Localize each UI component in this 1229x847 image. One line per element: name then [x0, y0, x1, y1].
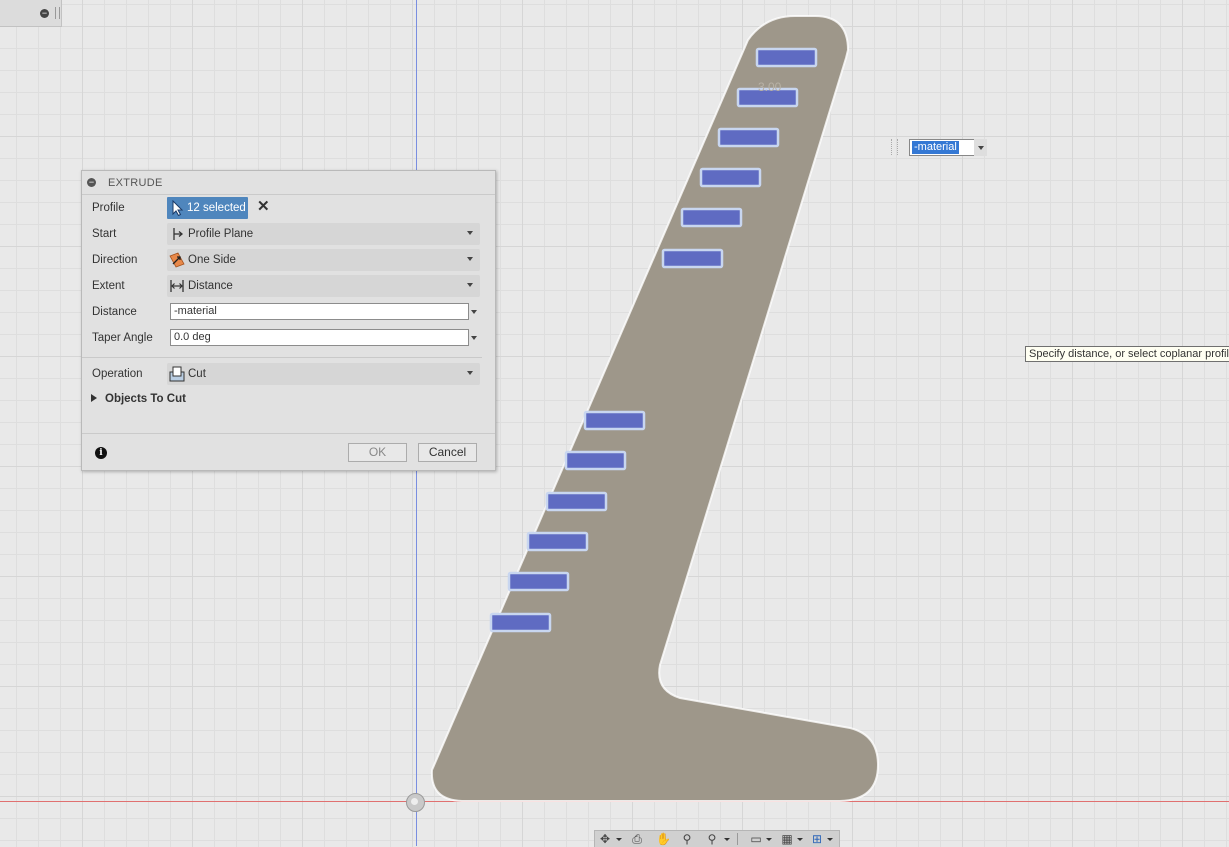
direction-dropdown[interactable]: One Side: [167, 249, 480, 271]
chevron-down-icon[interactable]: [471, 310, 477, 314]
direction-label: Direction: [92, 254, 138, 266]
operation-dropdown[interactable]: Cut: [167, 363, 480, 385]
objects-to-cut-expander[interactable]: Objects To Cut: [91, 393, 186, 405]
taper-label: Taper Angle: [92, 332, 153, 344]
drag-handle[interactable]: [55, 7, 60, 19]
navigation-bar: ✥ ⎙ ✋ ⚲ ⚲ ▭ ▦ ⊞: [594, 830, 840, 847]
viewports-icon[interactable]: ⊞: [810, 833, 824, 846]
operation-value: Cut: [188, 368, 206, 380]
start-label: Start: [92, 228, 117, 240]
start-value: Profile Plane: [188, 228, 254, 240]
selected-slot-profile[interactable]: [755, 47, 818, 68]
browser-panel-collapsed[interactable]: −: [0, 0, 62, 27]
profile-selection-count: 12 selected: [187, 202, 246, 214]
selected-slot-profile[interactable]: [699, 167, 762, 188]
profile-selection-button[interactable]: 12 selected: [167, 197, 248, 219]
chevron-down-icon[interactable]: [471, 336, 477, 340]
profile-plane-icon: [173, 228, 184, 240]
inline-input-box[interactable]: -material: [909, 139, 975, 156]
clear-selection-icon[interactable]: ✕: [257, 199, 270, 215]
profile-row: Profile 12 selected ✕: [82, 196, 495, 220]
ok-button[interactable]: OK: [348, 443, 407, 462]
selected-slot-profile[interactable]: [526, 531, 589, 552]
selected-slot-profile[interactable]: [661, 248, 724, 269]
extrude-dialog: − EXTRUDE Profile 12 selected ✕ Start Pr…: [81, 170, 496, 471]
objects-to-cut-label: Objects To Cut: [105, 393, 186, 405]
fit-icon[interactable]: ⚲: [705, 833, 719, 846]
inline-input-dropdown[interactable]: [974, 139, 987, 156]
inline-input-value[interactable]: -material: [912, 141, 959, 154]
extent-value: Distance: [188, 280, 233, 292]
chevron-down-icon[interactable]: [797, 838, 803, 841]
distance-label: Distance: [92, 306, 137, 318]
info-icon[interactable]: i: [95, 447, 107, 459]
look-at-icon[interactable]: ⎙: [630, 833, 644, 846]
tooltip: Specify distance, or select coplanar pro…: [1025, 346, 1229, 362]
chevron-down-icon: [467, 257, 473, 261]
extent-row: Extent Distance: [82, 274, 495, 298]
cancel-button[interactable]: Cancel: [418, 443, 477, 462]
pan-icon[interactable]: ✋: [656, 833, 671, 846]
ghost-dimension-text: 3.00: [758, 80, 782, 94]
origin-point[interactable]: [406, 793, 425, 812]
operation-row: Operation Cut: [82, 362, 495, 386]
cursor-arrow-icon: [172, 200, 184, 216]
operation-label: Operation: [92, 368, 143, 380]
start-row: Start Profile Plane: [82, 222, 495, 246]
selected-slot-profile[interactable]: [545, 491, 608, 512]
direction-value: One Side: [188, 254, 236, 266]
chevron-down-icon[interactable]: [724, 838, 730, 841]
chevron-down-icon: [467, 283, 473, 287]
chevron-down-icon: [467, 231, 473, 235]
drag-handle[interactable]: [891, 139, 898, 155]
grid-settings-icon[interactable]: ▦: [780, 833, 794, 846]
selected-slot-profile[interactable]: [680, 207, 743, 228]
display-settings-icon[interactable]: ▭: [749, 833, 763, 846]
taper-angle-input[interactable]: 0.0 deg: [170, 329, 469, 346]
extent-dropdown[interactable]: Distance: [167, 275, 480, 297]
distance-row: Distance -material: [82, 300, 495, 324]
selected-slot-profile[interactable]: [507, 571, 570, 592]
zoom-icon[interactable]: ⚲: [680, 833, 694, 846]
expand-triangle-icon: [91, 394, 97, 402]
chevron-down-icon: [467, 371, 473, 375]
selected-slot-profile[interactable]: [564, 450, 627, 471]
chevron-down-icon[interactable]: [616, 838, 622, 841]
collapse-icon[interactable]: −: [40, 9, 49, 18]
distance-input[interactable]: -material: [170, 303, 469, 320]
chevron-down-icon[interactable]: [827, 838, 833, 841]
profile-label: Profile: [92, 202, 125, 214]
selected-slot-profile[interactable]: [583, 410, 646, 431]
collapse-icon[interactable]: −: [87, 178, 96, 187]
taper-row: Taper Angle 0.0 deg: [82, 326, 495, 350]
dialog-header[interactable]: − EXTRUDE: [82, 171, 495, 195]
cut-operation-icon: [169, 366, 185, 382]
one-side-direction-icon: [169, 252, 185, 268]
divider: [737, 833, 738, 845]
chevron-down-icon[interactable]: [766, 838, 772, 841]
dialog-title: EXTRUDE: [108, 176, 163, 189]
distance-extent-icon: [170, 280, 184, 292]
direction-row: Direction One Side: [82, 248, 495, 272]
start-dropdown[interactable]: Profile Plane: [167, 223, 480, 245]
part-body[interactable]: [430, 15, 880, 802]
orbit-icon[interactable]: ✥: [598, 833, 612, 846]
chevron-down-icon: [978, 146, 984, 150]
dialog-footer: i OK Cancel: [82, 433, 495, 471]
selected-slot-profile[interactable]: [717, 127, 780, 148]
selected-slot-profile[interactable]: [489, 612, 552, 633]
extent-label: Extent: [92, 280, 125, 292]
divider: [82, 357, 482, 358]
inline-distance-input[interactable]: -material: [891, 137, 989, 158]
